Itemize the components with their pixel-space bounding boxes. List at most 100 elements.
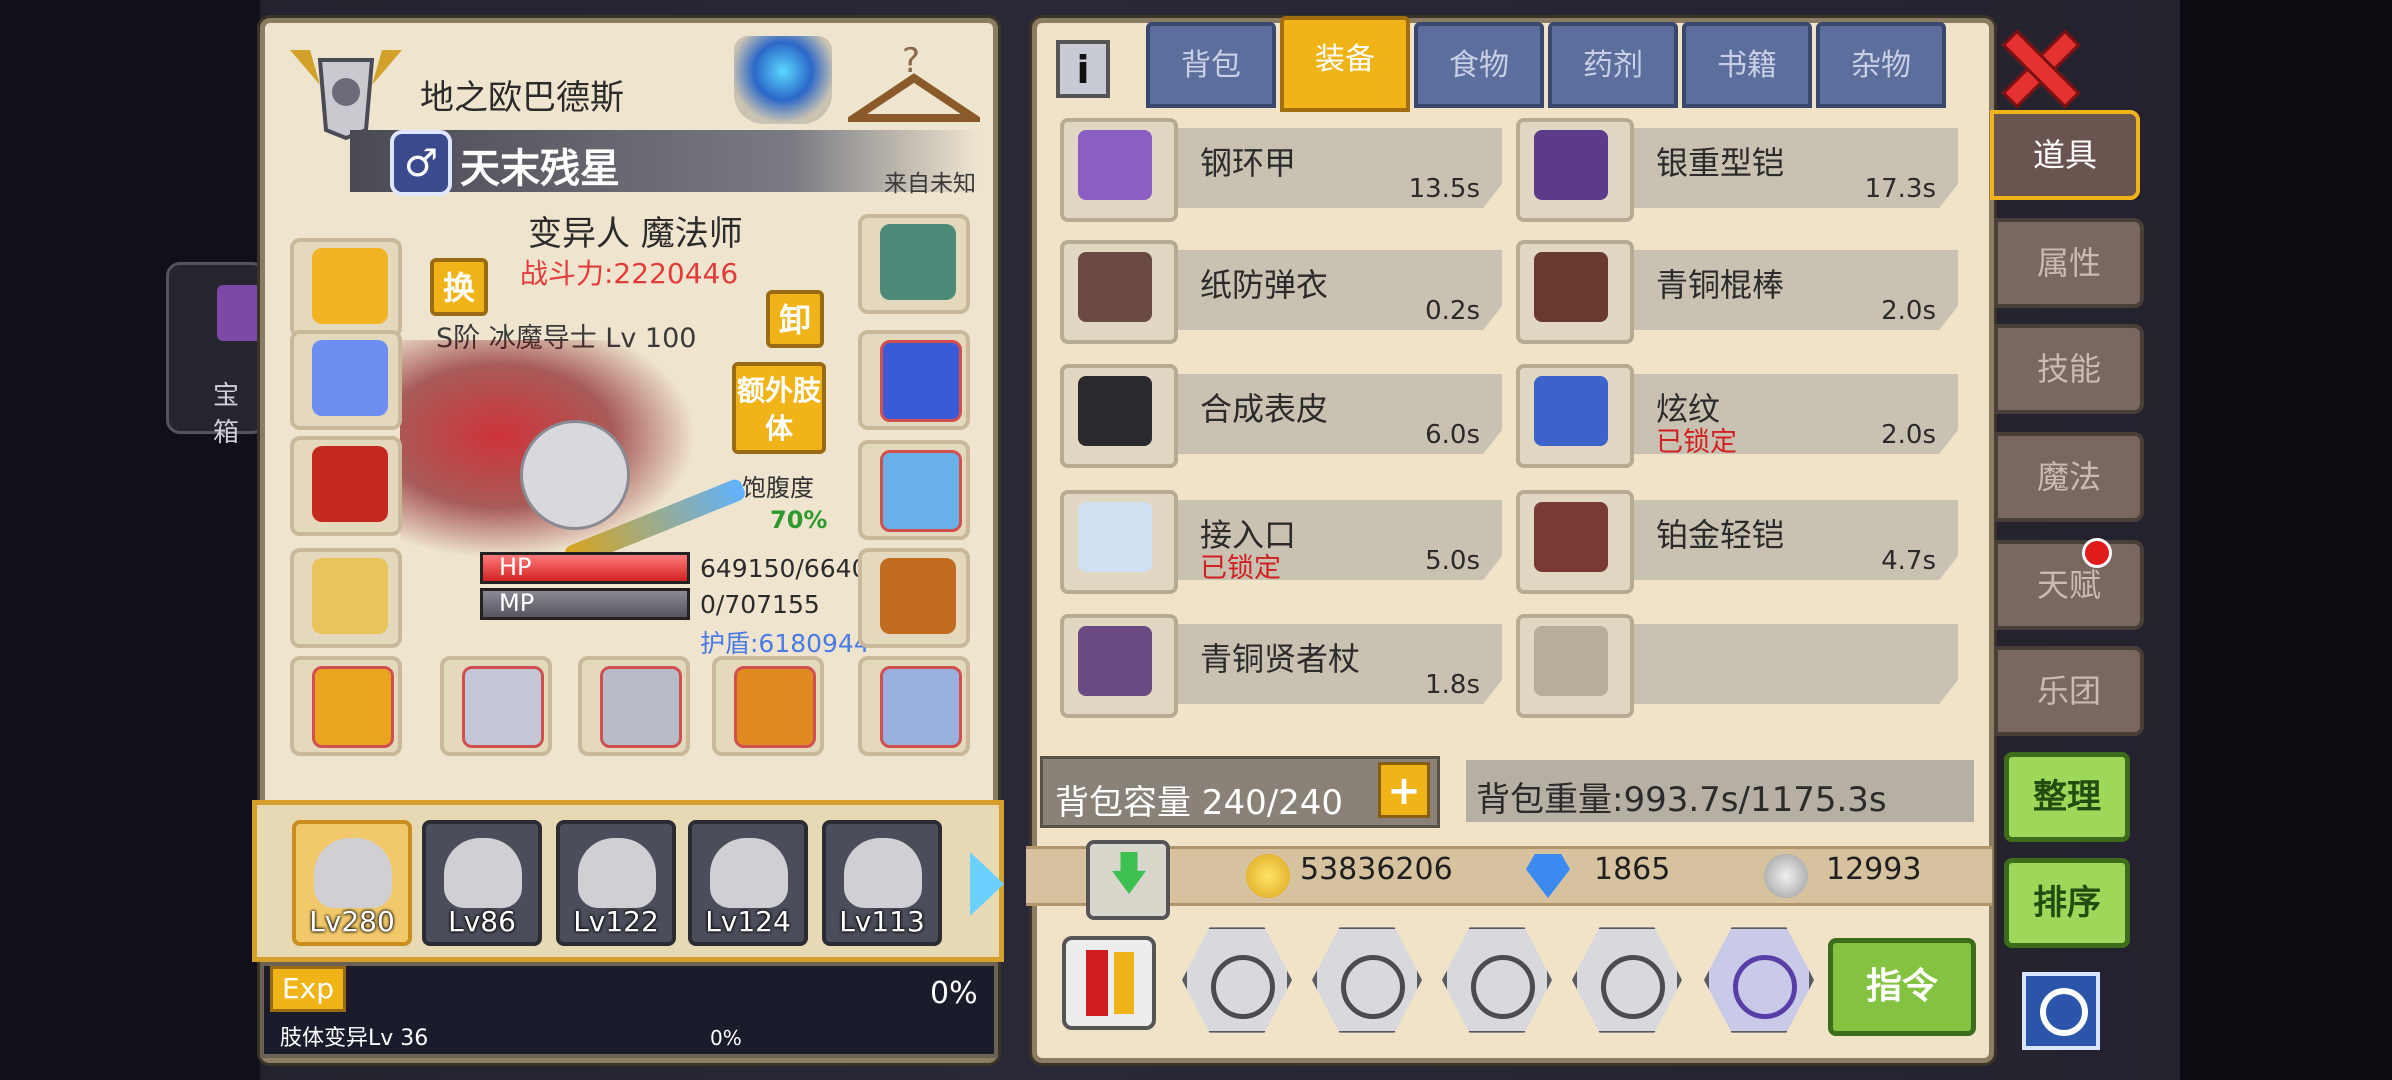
item-name: 青铜棍棒: [1656, 266, 1785, 304]
inventory-item[interactable]: 纸防弹衣 0.2s: [1060, 234, 1502, 344]
mp-label: MP: [499, 589, 535, 617]
slot-sword[interactable]: [578, 656, 690, 756]
slot-bracelet[interactable]: [858, 440, 970, 540]
inventory-item[interactable]: 青铜贤者杖 1.8s: [1060, 608, 1502, 718]
tab-backpack[interactable]: 背包: [1146, 22, 1276, 108]
unequip-button[interactable]: 卸: [766, 290, 824, 348]
party-member[interactable]: Lv86: [422, 820, 542, 946]
side-tab-band[interactable]: 乐团: [1994, 646, 2144, 736]
chest-icon: [217, 285, 263, 341]
tab-food[interactable]: 食物: [1414, 22, 1544, 108]
heavy-armor-icon: [1534, 130, 1608, 200]
capacity-text: 背包容量 240/240: [1055, 783, 1344, 823]
gold-coin-icon: [1246, 854, 1290, 898]
item-weight: 0.2s: [1425, 296, 1480, 326]
hanger-question-icon[interactable]: ?: [848, 38, 980, 130]
item-weight: 2.0s: [1881, 420, 1936, 450]
item-name: 钢环甲: [1200, 144, 1297, 182]
item-weight: 1.8s: [1425, 670, 1480, 700]
item-icon-box: [1516, 614, 1634, 718]
rank-one-icon: [1086, 950, 1108, 1016]
side-tab-attributes[interactable]: 属性: [1994, 218, 2144, 308]
item-locked-label: 已锁定: [1656, 427, 1737, 458]
expand-capacity-button[interactable]: +: [1378, 762, 1430, 818]
light-armor-icon: [1534, 502, 1608, 572]
item-name: 纸防弹衣: [1200, 266, 1329, 304]
inventory-item[interactable]: 青铜棍棒 2.0s: [1516, 234, 1958, 344]
party-member[interactable]: Lv280: [292, 820, 412, 946]
item-icon-box: [1060, 118, 1178, 222]
sort-button[interactable]: 排序: [2004, 858, 2130, 948]
inventory-item[interactable]: 炫纹 已锁定 2.0s: [1516, 358, 1958, 468]
side-tab-talent[interactable]: 天赋: [1994, 540, 2144, 630]
item-weight: 17.3s: [1864, 174, 1936, 204]
slot-shield[interactable]: [858, 214, 970, 314]
silver-coin-icon: [1764, 854, 1808, 898]
avatar: [444, 838, 522, 908]
winged-emblem-icon: [290, 50, 402, 140]
item-weight: 13.5s: [1408, 174, 1480, 204]
item-name: 银重型铠: [1656, 144, 1785, 182]
party-level: Lv113: [839, 905, 925, 938]
swap-button[interactable]: 换: [430, 258, 488, 316]
extra-limbs-button[interactable]: 额外肢体: [732, 362, 826, 454]
treasure-box-button[interactable]: 宝箱: [166, 262, 266, 448]
slot-dagger[interactable]: [440, 656, 552, 756]
slot-cloak[interactable]: [290, 436, 402, 536]
tab-books[interactable]: 书籍: [1682, 22, 1812, 108]
empty-slot-icon: [1534, 626, 1608, 696]
slot-crown[interactable]: [290, 238, 402, 338]
slot-pumpkin[interactable]: [712, 656, 824, 756]
treasure-box-label: 宝箱: [213, 381, 240, 448]
item-weight: 4.7s: [1881, 546, 1936, 576]
item-icon-box: [1060, 240, 1178, 344]
party-member[interactable]: Lv122: [556, 820, 676, 946]
avatar: [844, 838, 922, 908]
item-icon-box: [1060, 614, 1178, 718]
slot-ring[interactable]: [290, 656, 402, 756]
slot-boots[interactable]: [858, 548, 970, 648]
portal-icon[interactable]: [734, 36, 832, 124]
tab-misc[interactable]: 杂物: [1816, 22, 1946, 108]
slot-gauntlet[interactable]: [858, 330, 970, 430]
amulet-icon: [312, 340, 388, 416]
info-button[interactable]: i: [1056, 40, 1110, 98]
shield-value: 护盾:6180944: [700, 629, 870, 658]
inventory-item[interactable]: 铂金轻铠 4.7s: [1516, 484, 1958, 594]
inventory-item[interactable]: 合成表皮 6.0s: [1060, 358, 1502, 468]
male-icon: ♂: [390, 130, 452, 196]
command-button[interactable]: 指令: [1828, 938, 1976, 1036]
side-tab-magic[interactable]: 魔法: [1994, 432, 2144, 522]
tab-equipment[interactable]: 装备: [1280, 16, 1410, 112]
slot-armor[interactable]: [290, 548, 402, 648]
magnifier-icon: [1341, 955, 1405, 1019]
party-next-arrow-icon[interactable]: [970, 852, 1004, 916]
close-icon[interactable]: [1996, 28, 2076, 104]
inventory-item[interactable]: 银重型铠 17.3s: [1516, 112, 1958, 222]
slot-pet[interactable]: [858, 656, 970, 756]
inventory-item-empty[interactable]: [1516, 608, 1958, 718]
club-icon: [1534, 252, 1608, 322]
slot-amulet[interactable]: [290, 330, 402, 430]
organize-button[interactable]: 整理: [2004, 752, 2130, 842]
inventory-item[interactable]: 接入口 已锁定 5.0s: [1060, 484, 1502, 594]
party-member[interactable]: Lv113: [822, 820, 942, 946]
right-dim-area: [2180, 0, 2392, 1080]
limb-level: 肢体变异Lv 36: [280, 1026, 429, 1051]
ranking-button[interactable]: [1062, 936, 1156, 1030]
character-sprite[interactable]: [520, 420, 630, 530]
hp-label: HP: [499, 553, 532, 581]
dagger-icon: [462, 666, 544, 748]
item-icon-box: [1516, 490, 1634, 594]
ring-icon: [312, 666, 394, 748]
search-button[interactable]: [2022, 972, 2100, 1050]
item-name: 铂金轻铠: [1656, 516, 1785, 554]
download-button[interactable]: [1086, 840, 1170, 920]
inventory-item[interactable]: 钢环甲 13.5s: [1060, 112, 1502, 222]
side-tab-items[interactable]: 道具: [1990, 110, 2140, 200]
combat-power: 战斗力:2220446: [520, 257, 739, 290]
side-tab-skills[interactable]: 技能: [1994, 324, 2144, 414]
hp-bar: HP: [480, 552, 690, 584]
party-member[interactable]: Lv124: [688, 820, 808, 946]
tab-potions[interactable]: 药剂: [1548, 22, 1678, 108]
